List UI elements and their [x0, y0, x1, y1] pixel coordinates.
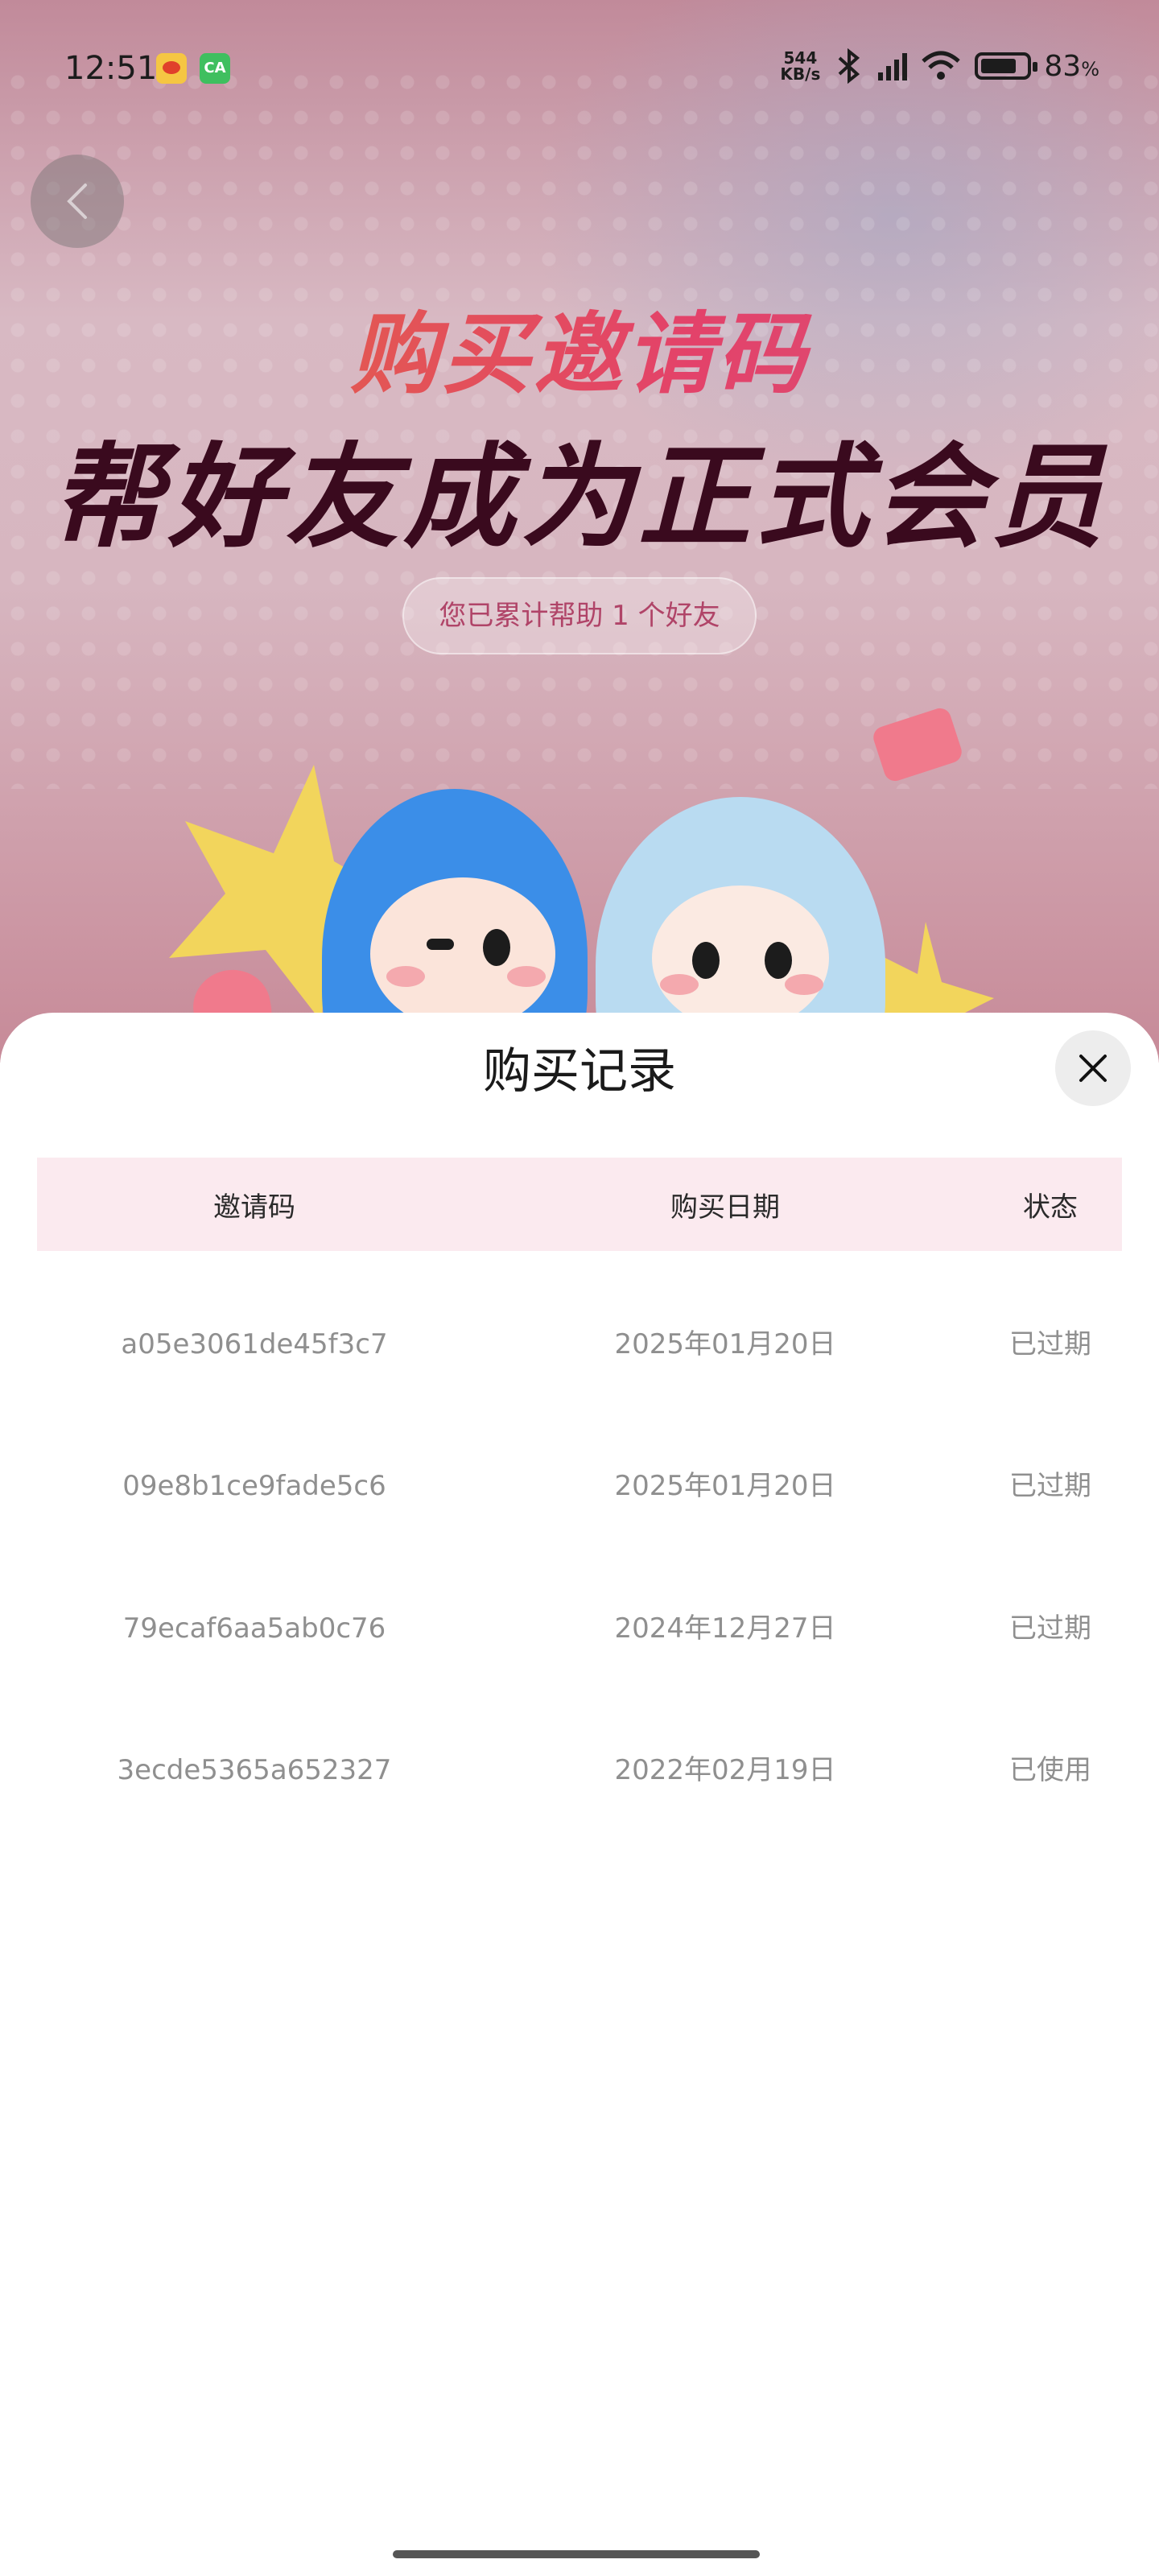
- eye: [692, 942, 720, 979]
- status-label: 已使用: [1009, 1754, 1091, 1786]
- wifi-icon: [922, 51, 961, 80]
- network-speed: 544 KB/s: [780, 50, 820, 82]
- battery-icon: [975, 52, 1038, 80]
- helped-friends-badge: 您已累计帮助 1 个好友: [402, 577, 757, 654]
- invite-code[interactable]: 3ecde5365a652327: [37, 1738, 472, 1802]
- purchase-date: 2025年01月20日: [614, 1470, 836, 1502]
- cell-signal-icon: [878, 52, 908, 80]
- purchase-date: 2025年01月20日: [614, 1328, 836, 1360]
- weibo-icon: [156, 53, 187, 84]
- blush: [785, 974, 823, 995]
- network-speed-unit: KB/s: [780, 64, 821, 84]
- purchase-date: 2024年12月27日: [614, 1612, 836, 1645]
- table-row: a05e3061de45f3c7 2025年01月20日 已过期: [37, 1312, 1122, 1377]
- back-button[interactable]: [31, 155, 124, 248]
- eye: [765, 942, 792, 979]
- status-bar: 12:51 CA 544 KB/s 83%: [0, 0, 1159, 145]
- home-indicator[interactable]: [393, 2550, 760, 2558]
- close-icon: [1079, 1055, 1107, 1082]
- status-label: 已过期: [1009, 1328, 1091, 1360]
- character-light-blue-face: [652, 886, 829, 1030]
- column-header-date: 购买日期: [670, 1191, 780, 1224]
- battery-unit: %: [1081, 57, 1099, 80]
- eye: [483, 929, 510, 966]
- invite-code[interactable]: a05e3061de45f3c7: [37, 1312, 472, 1377]
- page-subtitle: 帮好友成为正式会员: [50, 432, 1108, 564]
- table-row: 09e8b1ce9fade5c6 2025年01月20日 已过期: [37, 1454, 1122, 1518]
- close-button[interactable]: [1055, 1030, 1131, 1106]
- sheet-title: 购买记录: [483, 1043, 676, 1100]
- page-title: 购买邀请码: [0, 282, 1159, 411]
- table-row: 79ecaf6aa5ab0c76 2024年12月27日 已过期: [37, 1596, 1122, 1661]
- battery-value: 83: [1044, 49, 1082, 83]
- bluetooth-icon: [839, 48, 860, 84]
- column-header-status: 状态: [1023, 1191, 1078, 1224]
- invite-code[interactable]: 09e8b1ce9fade5c6: [37, 1454, 472, 1518]
- battery-percent: 83%: [1044, 50, 1099, 83]
- blush: [507, 966, 546, 987]
- status-label: 已过期: [1009, 1612, 1091, 1645]
- blush: [386, 966, 425, 987]
- character-blue-face: [370, 877, 555, 1030]
- status-time: 12:51: [64, 50, 158, 87]
- column-header-code: 邀请码: [213, 1191, 295, 1224]
- status-indicators: 544 KB/s 83%: [780, 48, 1099, 84]
- wink-eye: [427, 939, 454, 950]
- chevron-left-icon: [67, 184, 87, 219]
- table-header: 邀请码 购买日期 状态: [37, 1158, 1122, 1251]
- network-speed-value: 544: [783, 48, 818, 68]
- blush: [660, 974, 699, 995]
- table-row: 3ecde5365a652327 2022年02月19日 已使用: [37, 1738, 1122, 1802]
- status-label: 已过期: [1009, 1470, 1091, 1502]
- ca-app-icon: CA: [200, 53, 230, 84]
- purchase-date: 2022年02月19日: [614, 1754, 836, 1786]
- invite-code[interactable]: 79ecaf6aa5ab0c76: [37, 1596, 472, 1661]
